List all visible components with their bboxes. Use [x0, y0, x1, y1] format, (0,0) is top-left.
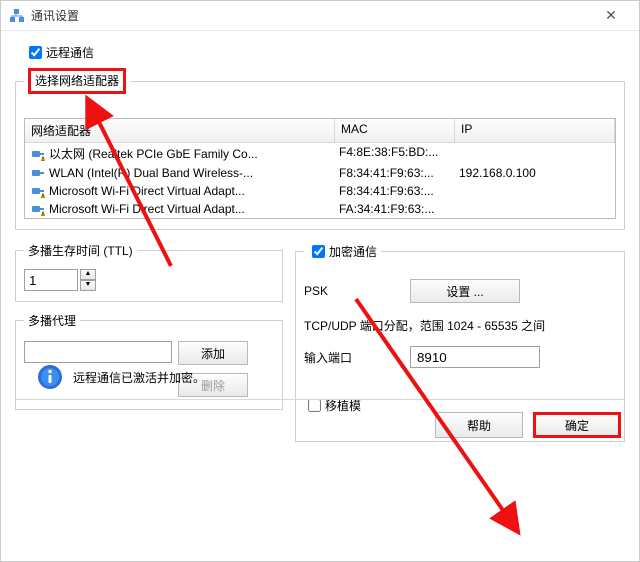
encrypt-input[interactable]: [312, 245, 325, 258]
network-adapter-icon: [31, 202, 45, 216]
adapter-ip: [455, 145, 615, 162]
col-adapter[interactable]: 网络适配器: [25, 119, 335, 142]
close-button[interactable]: ✕: [591, 3, 631, 28]
adapter-ip: [455, 202, 615, 216]
col-ip[interactable]: IP: [455, 119, 615, 142]
port-label: 输入端口: [304, 349, 410, 366]
app-icon: [9, 8, 25, 24]
ttl-spin-down[interactable]: ▼: [80, 280, 96, 291]
dialog-window: 通讯设置 ✕ 远程通信 选择网络适配器 网络适配器 MAC IP 以太网 (Re…: [0, 0, 640, 562]
remote-comm-label: 远程通信: [46, 44, 94, 61]
proxy-legend: 多播代理: [24, 312, 80, 329]
adapter-ip: [455, 184, 615, 198]
left-column: 多播生存时间 (TTL) ▲ ▼ 多播代理 添加: [15, 242, 283, 442]
status-text: 远程通信已激活并加密。: [73, 369, 205, 386]
table-header: 网络适配器 MAC IP: [25, 119, 615, 143]
adapter-fieldset: 选择网络适配器 网络适配器 MAC IP 以太网 (Realtek PCIe G…: [15, 68, 625, 230]
remote-comm-checkbox[interactable]: 远程通信: [25, 43, 625, 62]
dialog-content: 远程通信 选择网络适配器 网络适配器 MAC IP 以太网 (Realtek P…: [1, 31, 639, 450]
adapter-legend: 选择网络适配器: [24, 68, 130, 94]
adapter-name: Microsoft Wi-Fi Direct Virtual Adapt...: [49, 202, 245, 216]
ttl-input[interactable]: [24, 269, 78, 291]
encrypt-legend: 加密通信: [304, 242, 381, 261]
legend-highlight: 选择网络适配器: [28, 68, 126, 94]
ttl-spin-up[interactable]: ▲: [80, 269, 96, 280]
titlebar: 通讯设置 ✕: [1, 1, 639, 31]
table-row[interactable]: 以太网 (Realtek PCIe GbE Family Co... F4:8E:…: [25, 143, 615, 164]
proxy-input[interactable]: [24, 341, 172, 363]
window-title: 通讯设置: [31, 7, 591, 24]
network-adapter-icon: [31, 147, 45, 161]
psk-setting-button[interactable]: 设置 ...: [410, 279, 520, 303]
encrypt-checkbox[interactable]: 加密通信: [308, 242, 377, 261]
port-note: TCP/UDP 端口分配，范围 1024 - 65535 之间: [304, 317, 616, 334]
table-body: 以太网 (Realtek PCIe GbE Family Co... F4:8E:…: [25, 143, 615, 218]
ttl-legend: 多播生存时间 (TTL): [24, 242, 137, 259]
adapter-name: WLAN (Intel(R) Dual Band Wireless-...: [49, 166, 253, 180]
remote-comm-input[interactable]: [29, 46, 42, 59]
transplant-input[interactable]: [308, 399, 321, 412]
adapter-mac: F4:8E:38:F5:BD:...: [335, 145, 455, 162]
adapter-mac: FA:34:41:F9:63:...: [335, 202, 455, 216]
adapter-mac: F8:34:41:F9:63:...: [335, 166, 455, 180]
proxy-fieldset: 多播代理 添加 删除: [15, 312, 283, 410]
bottom-buttons: 帮助 确定: [435, 412, 621, 438]
ttl-fieldset: 多播生存时间 (TTL) ▲ ▼: [15, 242, 283, 302]
table-row[interactable]: WLAN (Intel(R) Dual Band Wireless-... F8:…: [25, 164, 615, 182]
port-input[interactable]: [410, 346, 540, 368]
proxy-add-button[interactable]: 添加: [178, 341, 248, 365]
adapter-mac: F8:34:41:F9:63:...: [335, 184, 455, 198]
col-mac[interactable]: MAC: [335, 119, 455, 142]
table-row[interactable]: Microsoft Wi-Fi Direct Virtual Adapt... F…: [25, 200, 615, 218]
adapter-name: Microsoft Wi-Fi Direct Virtual Adapt...: [49, 184, 245, 198]
ok-button[interactable]: 确定: [533, 412, 621, 438]
help-button[interactable]: 帮助: [435, 412, 523, 438]
network-adapter-icon: [31, 184, 45, 198]
adapter-table: 网络适配器 MAC IP 以太网 (Realtek PCIe GbE Famil…: [24, 118, 616, 219]
divider: [15, 399, 625, 400]
psk-label: PSK: [304, 284, 410, 298]
table-row[interactable]: Microsoft Wi-Fi Direct Virtual Adapt... F…: [25, 182, 615, 200]
adapter-name: 以太网 (Realtek PCIe GbE Family Co...: [49, 145, 258, 162]
status-row: 远程通信已激活并加密。: [37, 364, 205, 390]
adapter-ip: 192.168.0.100: [455, 166, 615, 180]
info-icon: [37, 364, 63, 390]
network-adapter-icon: [31, 166, 45, 180]
